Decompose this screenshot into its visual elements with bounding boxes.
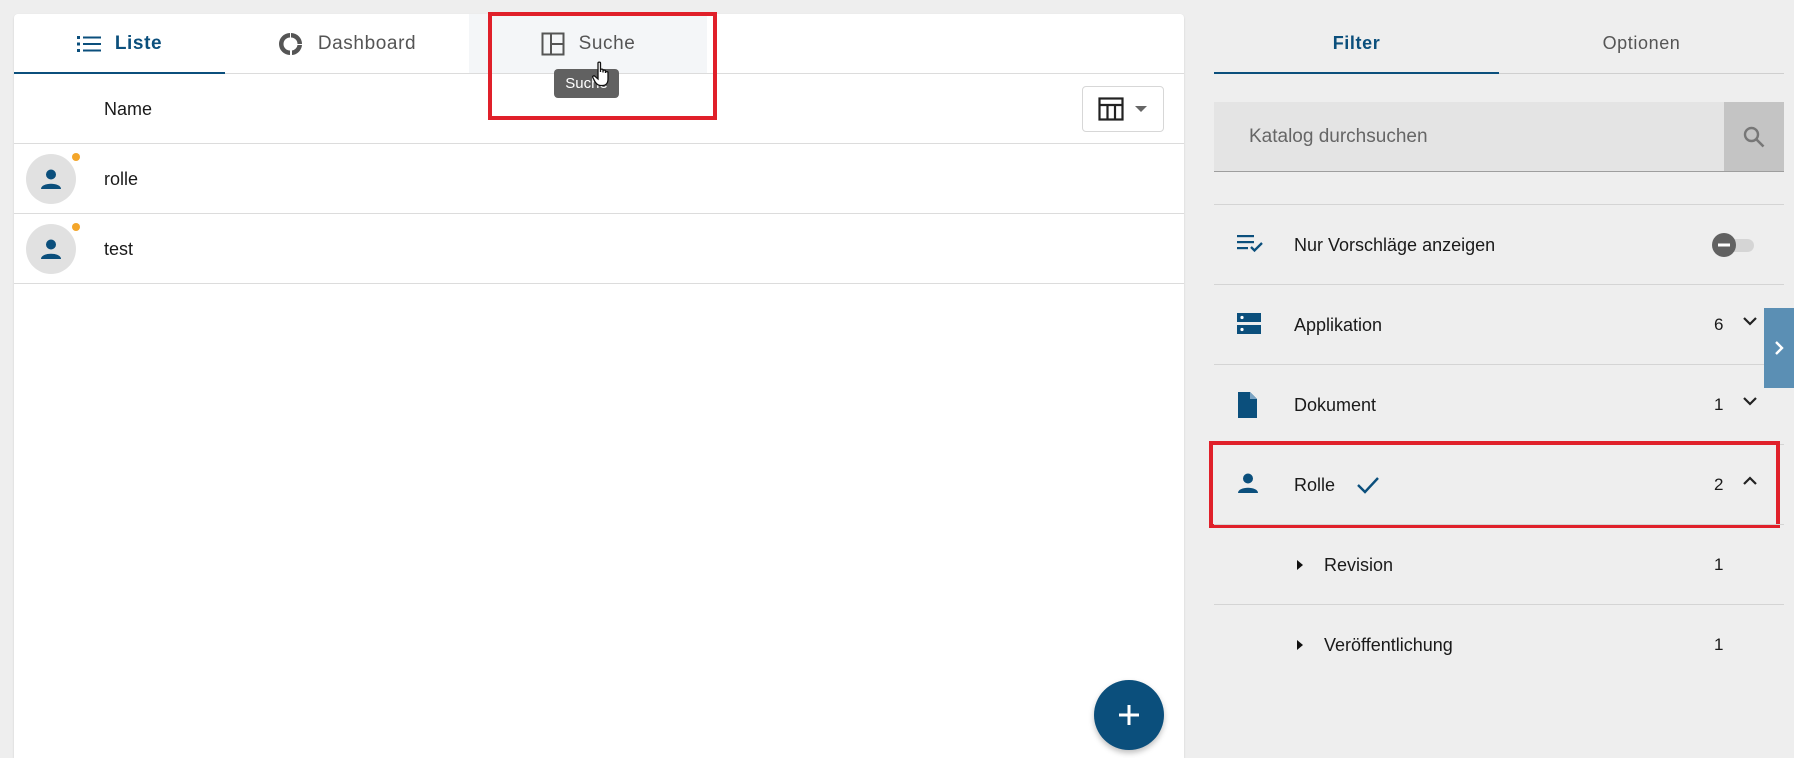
caret-right-icon: [1297, 640, 1303, 650]
table-row[interactable]: test: [14, 214, 1184, 284]
avatar: [26, 154, 76, 204]
chevron-up-icon[interactable]: [1742, 475, 1758, 487]
suggestions-label: Nur Vorschläge anzeigen: [1294, 235, 1496, 255]
filter-count: 1: [1714, 635, 1724, 654]
add-button[interactable]: [1094, 680, 1164, 750]
filter-label: Revision: [1324, 555, 1394, 575]
person-icon: [41, 239, 61, 259]
playlist-check-icon: [1237, 235, 1263, 253]
tab-dashboard-label: Dashboard: [317, 32, 417, 54]
caret-down-icon: [1135, 106, 1147, 112]
filter-count: 2: [1714, 475, 1724, 494]
view-mode-button[interactable]: [1082, 86, 1164, 132]
donut-chart-icon: [278, 32, 302, 55]
filter-subitem-veroeffentlichung[interactable]: Veröffentlichung 1: [1214, 604, 1784, 684]
tab-liste[interactable]: Liste: [14, 14, 225, 74]
status-dot: [72, 153, 80, 161]
main-panel: Liste Dashboard Suche Name rolle test: [14, 14, 1184, 758]
tab-optionen[interactable]: Optionen: [1499, 14, 1784, 73]
filter-item-dokument[interactable]: Dokument 1: [1214, 364, 1784, 444]
status-dot: [72, 223, 80, 231]
caret-right-icon: [1297, 560, 1303, 570]
person-icon: [1238, 473, 1258, 493]
filter-label: Applikation: [1294, 315, 1383, 335]
person-icon: [41, 169, 61, 189]
filter-item-applikation[interactable]: Applikation 6: [1214, 284, 1784, 364]
tab-dashboard[interactable]: Dashboard: [225, 14, 469, 73]
plus-icon: [1119, 705, 1139, 725]
filter-label: Rolle: [1294, 475, 1336, 495]
catalog-search: [1214, 102, 1784, 172]
tab-suche-label: Suche: [578, 32, 636, 54]
search-input[interactable]: [1214, 102, 1724, 171]
minus-icon: [1718, 243, 1730, 247]
row-name: rolle: [104, 169, 139, 189]
chevron-down-icon[interactable]: [1742, 395, 1758, 407]
search-button[interactable]: [1724, 102, 1784, 171]
sidebar-toggle-button[interactable]: [1764, 308, 1794, 388]
filter-count: 1: [1714, 555, 1724, 574]
filter-suggestions-row: Nur Vorschläge anzeigen: [1214, 204, 1784, 284]
search-icon: [1743, 126, 1765, 147]
tab-filter[interactable]: Filter: [1214, 14, 1499, 74]
filter-label: Veröffentlichung: [1324, 635, 1453, 655]
filter-count: 6: [1714, 315, 1724, 334]
document-icon: [1238, 392, 1257, 418]
row-name: test: [104, 239, 134, 259]
layout-panel-icon: [541, 32, 565, 55]
server-icon: [1237, 313, 1261, 334]
table-view-icon: [1098, 97, 1124, 121]
hand-cursor-icon: [592, 61, 609, 87]
filter-count: 1: [1714, 395, 1724, 414]
tab-liste-label: Liste: [114, 32, 163, 54]
filter-item-rolle[interactable]: Rolle 2: [1214, 444, 1784, 524]
filter-subitem-revision[interactable]: Revision 1: [1214, 524, 1784, 604]
column-header-name[interactable]: Name: [104, 74, 152, 144]
suggestions-toggle[interactable]: [1712, 233, 1758, 257]
avatar: [26, 224, 76, 274]
check-icon: [1357, 477, 1379, 494]
tab-suche[interactable]: Suche: [469, 14, 707, 73]
filter-label: Dokument: [1294, 395, 1377, 415]
chevron-down-icon[interactable]: [1742, 315, 1758, 327]
table-row[interactable]: rolle: [14, 144, 1184, 214]
list-icon: [76, 35, 101, 52]
chevron-right-icon: [1775, 341, 1784, 355]
filter-tabs: Filter Optionen: [1214, 14, 1784, 74]
